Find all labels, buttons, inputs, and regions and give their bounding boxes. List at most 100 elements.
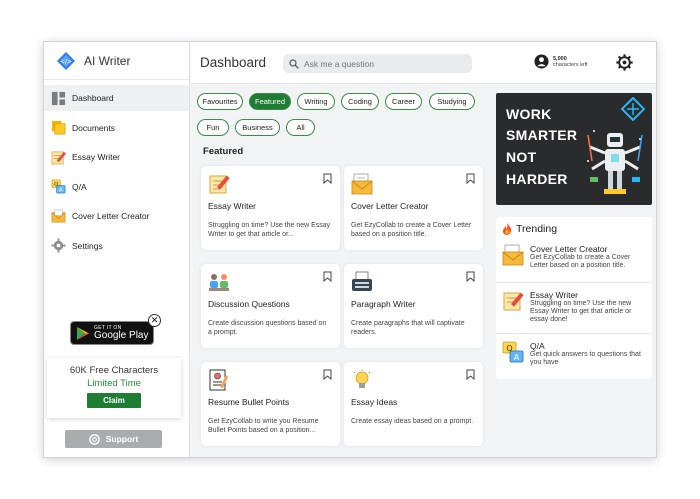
brand[interactable]: </> AI Writer	[44, 42, 189, 80]
discussion-icon	[209, 274, 229, 291]
credits-label: characters left	[553, 61, 588, 68]
filter-chip-writing[interactable]: Writing	[297, 93, 335, 110]
trending-item-title: Essay Writer	[530, 290, 579, 300]
dashboard-icon	[51, 91, 66, 105]
settings-gear-icon[interactable]	[616, 54, 633, 71]
user-avatar-icon	[534, 54, 549, 69]
fire-icon	[502, 223, 512, 235]
featured-heading: Featured	[203, 146, 244, 157]
card-description: Create essay ideas based on a prompt.	[351, 418, 474, 425]
trending-heading: Trending	[502, 223, 557, 235]
divider	[496, 282, 652, 283]
app-logo-icon: </>	[57, 51, 75, 70]
gear-icon	[51, 238, 66, 253]
sidebar-item-settings[interactable]: Settings	[44, 233, 189, 259]
banner-line: NOT	[506, 149, 537, 165]
essay-icon	[51, 151, 66, 164]
envelope-icon	[51, 209, 66, 222]
sidebar-item-label: Cover Letter Creator	[72, 211, 150, 221]
trending-item-title: Q/A	[530, 341, 545, 351]
tool-card-resume-bullet-points[interactable]: Resume Bullet Points Get EzyCollab to wr…	[201, 362, 340, 446]
app-window: </> AI Writer Dashboard Documents Essay …	[43, 41, 657, 458]
filter-chip-featured[interactable]: Featured	[249, 93, 291, 110]
claim-button[interactable]: Claim	[87, 393, 141, 408]
banner-line: HARDER	[506, 171, 568, 187]
sidebar: </> AI Writer Dashboard Documents Essay …	[44, 42, 190, 457]
trending-title: Trending	[516, 223, 558, 235]
sidebar-nav: Dashboard Documents Essay Writer QA Q/A	[44, 85, 189, 259]
card-title: Essay Ideas	[351, 397, 398, 407]
filter-chip-business[interactable]: Business	[235, 119, 280, 136]
qa-icon: QA	[502, 341, 524, 363]
sidebar-item-essay-writer[interactable]: Essay Writer	[44, 144, 189, 170]
banner-line: WORK	[506, 106, 552, 122]
sidebar-item-dashboard[interactable]: Dashboard	[44, 85, 189, 111]
bookmark-icon[interactable]	[323, 271, 332, 282]
top-header: Dashboard 5,000 characters left	[191, 42, 656, 84]
tool-card-paragraph-writer[interactable]: Paragraph Writer Create paragraphs that …	[344, 264, 483, 348]
sidebar-item-cover-letter-creator[interactable]: Cover Letter Creator	[44, 203, 189, 229]
google-play-icon	[77, 326, 89, 340]
card-description: Struggling on time? Use the new Essay Wr…	[208, 222, 331, 238]
tool-card-essay-writer[interactable]: Essay Writer Struggling on time? Use the…	[201, 166, 340, 250]
filter-chip-studying[interactable]: Studying	[429, 93, 475, 110]
card-title: Essay Writer	[208, 201, 257, 211]
banner-line: SMARTER	[506, 127, 578, 143]
lightbulb-icon	[353, 369, 371, 388]
filter-chip-career[interactable]: Career	[385, 93, 422, 110]
essay-icon	[503, 292, 524, 311]
typewriter-icon	[352, 271, 372, 291]
filter-chip-favourites[interactable]: Favourites	[197, 93, 243, 110]
support-button[interactable]: Support	[65, 430, 162, 448]
google-play-badge[interactable]: GET IT ON Google Play	[70, 321, 154, 345]
banner-logo-icon	[621, 97, 645, 121]
envelope-icon	[502, 244, 524, 266]
card-title: Cover Letter Creator	[351, 201, 429, 211]
envelope-icon	[351, 173, 373, 195]
filter-chip-coding[interactable]: Coding	[341, 93, 379, 110]
svg-text:A: A	[514, 353, 520, 362]
bookmark-icon[interactable]	[466, 271, 475, 282]
sidebar-item-label: Documents	[72, 122, 115, 133]
resume-icon	[209, 369, 229, 391]
card-title: Discussion Questions	[208, 299, 290, 309]
tool-card-discussion-questions[interactable]: Discussion Questions Create discussion q…	[201, 264, 340, 348]
card-description: Get EzyCollab to write you Resume Bullet…	[208, 418, 319, 434]
card-title: Resume Bullet Points	[208, 397, 290, 407]
card-description: Create discussion questions based on a p…	[208, 320, 327, 336]
search-icon	[289, 58, 299, 69]
trending-item-description: Get quick answers to questions that you …	[530, 351, 641, 366]
credits-indicator: 5,000 characters left	[534, 54, 588, 69]
trending-item-description: Struggling on time? Use the new Essay Wr…	[530, 300, 632, 323]
sidebar-item-label: Dashboard	[72, 93, 114, 103]
bookmark-icon[interactable]	[466, 369, 475, 380]
promo-subtitle: Limited Time	[87, 378, 141, 389]
bookmark-icon[interactable]	[323, 173, 332, 184]
essay-icon	[209, 175, 230, 194]
trending-item-description: Get EzyCollab to create a Cover Letter b…	[530, 254, 631, 269]
lifebuoy-icon	[88, 433, 100, 445]
bookmark-icon[interactable]	[466, 173, 475, 184]
bookmark-icon[interactable]	[323, 369, 332, 380]
search-bar[interactable]	[283, 54, 472, 73]
promo-card: 60K Free Characters Limited Time Claim	[47, 358, 181, 418]
filter-chip-fun[interactable]: Fun	[197, 119, 229, 136]
promo-banner[interactable]: WORK SMARTER NOT HARDER	[496, 93, 652, 205]
app-name: AI Writer	[84, 53, 131, 68]
sidebar-item-documents[interactable]: Documents	[44, 115, 189, 141]
robot-illustration-icon	[587, 130, 643, 194]
card-description: Get EzyCollab to create a Cover Letter b…	[351, 222, 472, 238]
tool-card-essay-ideas[interactable]: Essay Ideas Create essay ideas based on …	[344, 362, 483, 446]
sidebar-item-qa[interactable]: QA Q/A	[44, 174, 189, 200]
sidebar-item-label: Settings	[72, 240, 103, 251]
page-title: Dashboard	[200, 55, 267, 70]
support-label: Support	[105, 434, 139, 444]
filter-chip-all[interactable]: All	[286, 119, 315, 136]
tool-card-cover-letter-creator[interactable]: Cover Letter Creator Get EzyCollab to cr…	[344, 166, 483, 250]
card-description: Create paragraphs that will captivate re…	[351, 320, 465, 336]
close-icon[interactable]: ✕	[148, 314, 161, 327]
documents-icon	[51, 120, 66, 135]
sidebar-item-label: Q/A	[72, 181, 87, 192]
sidebar-item-label: Essay Writer	[72, 152, 121, 162]
search-input[interactable]	[304, 58, 464, 69]
